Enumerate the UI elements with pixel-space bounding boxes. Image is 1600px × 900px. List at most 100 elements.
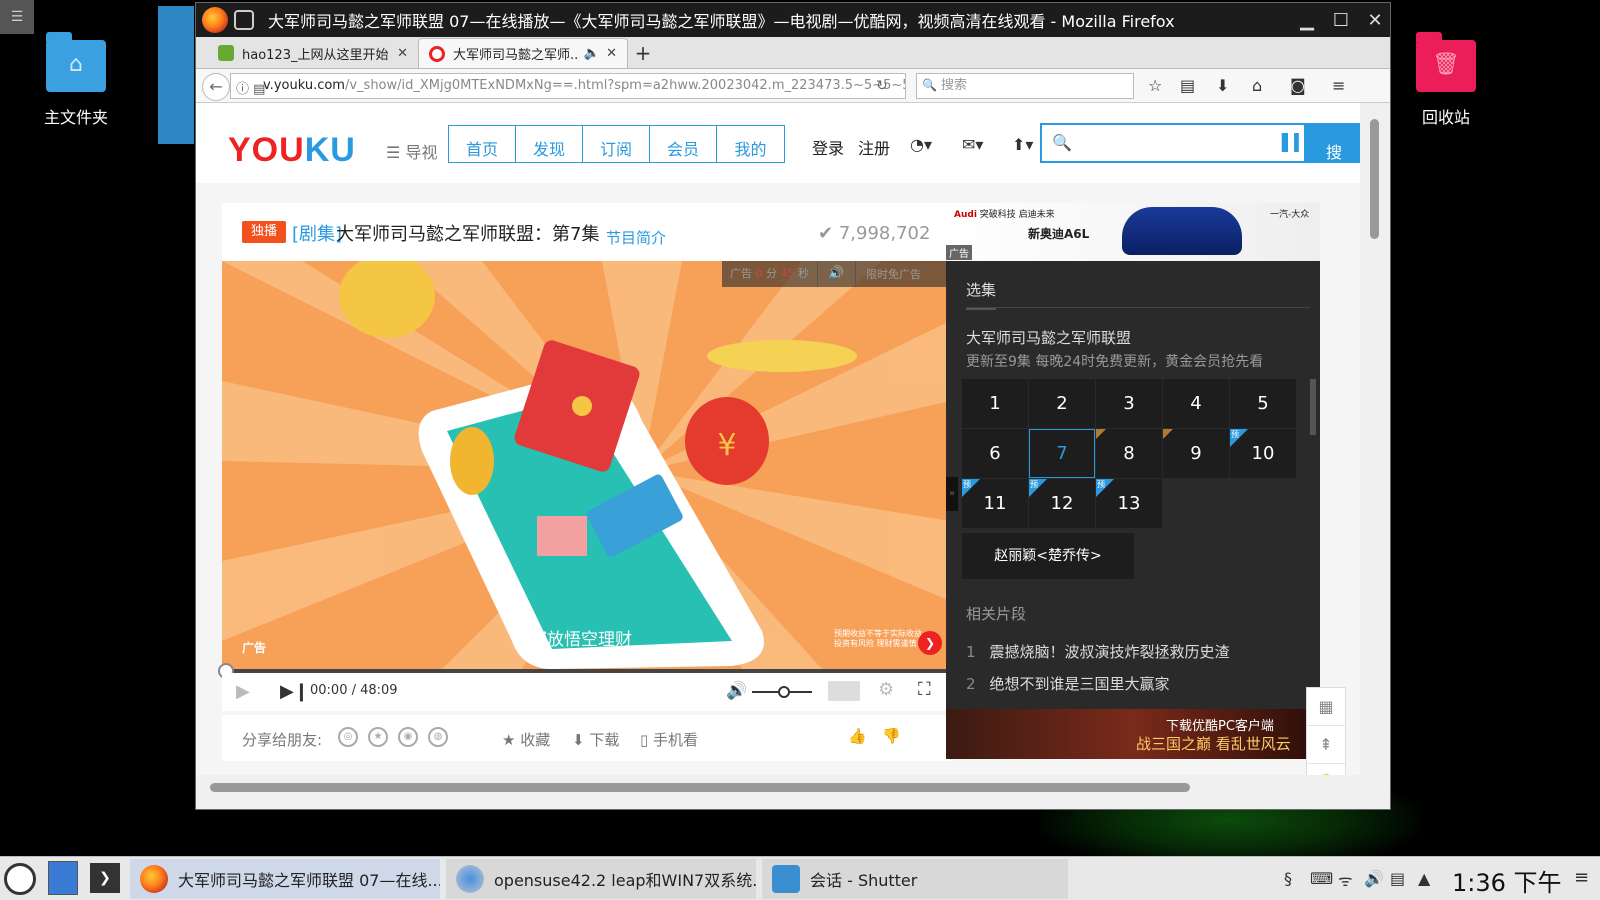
playlist-scrollbar[interactable] bbox=[1310, 379, 1316, 435]
ad-detail-arrow-icon[interactable]: ❯ bbox=[918, 631, 942, 655]
quality-button[interactable] bbox=[828, 681, 860, 701]
search-input[interactable]: 搜索 bbox=[916, 73, 1134, 99]
audi-banner-ad[interactable]: Audi 突破科技 启迪未来 新奥迪A6L 一汽-大众 广告 bbox=[946, 203, 1320, 261]
episode-button[interactable]: 5 bbox=[1230, 379, 1296, 428]
episode-button[interactable]: 6 bbox=[962, 429, 1028, 478]
collect-button[interactable]: ★ 收藏 bbox=[502, 729, 550, 750]
show-intro-link[interactable]: 节目简介 bbox=[606, 227, 666, 248]
category-link[interactable]: [剧集] bbox=[292, 220, 342, 246]
close-window-button[interactable]: ✕ bbox=[1360, 5, 1390, 35]
related-clip-item[interactable]: 1 震撼烧脑！波叔演技炸裂拯救历史渣 bbox=[966, 641, 1230, 662]
ad-free-link[interactable]: 限时免广告 bbox=[856, 266, 921, 282]
home-folder-shortcut[interactable]: ⌂ 主文件夹 bbox=[16, 32, 136, 128]
taskbar-item-chrome[interactable]: opensuse42.2 leap和WIN7双系统... bbox=[446, 859, 756, 899]
qr-code-icon[interactable]: ▦ bbox=[1307, 688, 1345, 726]
vertical-scroll-thumb[interactable] bbox=[1370, 119, 1379, 239]
episode-button[interactable]: 1 bbox=[962, 379, 1028, 428]
fullscreen-icon[interactable]: ⛶ bbox=[918, 679, 931, 700]
trash-shortcut[interactable]: 🗑 回收站 bbox=[1386, 32, 1506, 128]
upload-icon[interactable]: ⬆▾ bbox=[1012, 135, 1033, 154]
back-to-top-icon[interactable]: ⇞ bbox=[1307, 726, 1345, 764]
youku-search-button[interactable]: 搜 bbox=[1304, 123, 1360, 163]
downloads-icon[interactable]: ⬇ bbox=[1216, 76, 1229, 95]
episode-button[interactable]: 预 11 bbox=[962, 479, 1028, 528]
nav-tab-home[interactable]: 首页 bbox=[449, 126, 516, 162]
qq-icon[interactable]: ◍ bbox=[428, 727, 448, 747]
ad-volume-icon[interactable]: 🔊 bbox=[818, 261, 856, 287]
maximize-button[interactable]: ☐ bbox=[1326, 5, 1356, 35]
lightbulb-icon[interactable]: 💡 bbox=[1307, 764, 1345, 775]
download-button[interactable]: ⬇ 下载 bbox=[572, 729, 619, 750]
volume-tray-icon[interactable]: 🔊 bbox=[1364, 869, 1384, 888]
episode-button[interactable]: 2 bbox=[1029, 379, 1095, 428]
volume-handle[interactable] bbox=[778, 686, 790, 698]
site-info-icon[interactable]: ⓘ ▤ bbox=[236, 78, 265, 97]
guide-menu[interactable]: ☰ 导视 bbox=[386, 139, 437, 163]
nav-tab-subscribe[interactable]: 订阅 bbox=[583, 126, 650, 162]
video-player[interactable]: ¥ 广告 0 分 45 秒 🔊 限时免广告 广告 都放悟空理财 预期收益不等于实… bbox=[222, 261, 950, 669]
wifi-icon[interactable]: ᯤ bbox=[1338, 869, 1353, 891]
keyboard-icon[interactable]: ⌨ bbox=[1310, 869, 1333, 888]
episode-button[interactable]: 预 13 bbox=[1096, 479, 1162, 528]
horizontal-scrollbar[interactable] bbox=[196, 775, 1360, 799]
terminal-icon[interactable]: ❯ bbox=[90, 863, 120, 893]
register-link[interactable]: 注册 bbox=[858, 135, 890, 159]
application-launcher-icon[interactable] bbox=[4, 863, 36, 895]
close-tab-icon[interactable]: ✕ bbox=[606, 46, 617, 61]
wechat-icon[interactable]: ◎ bbox=[338, 727, 358, 747]
vertical-scrollbar[interactable] bbox=[1360, 103, 1390, 775]
episode-button[interactable]: 预 10 bbox=[1230, 429, 1296, 478]
clock[interactable]: 1:36 下午 bbox=[1452, 863, 1562, 898]
mobile-watch-button[interactable]: ▯ 手机看 bbox=[640, 729, 698, 750]
youku-search-box[interactable]: 🔍 ▌▍ bbox=[1040, 123, 1307, 163]
episode-button[interactable]: 9 bbox=[1163, 429, 1229, 478]
next-episode-icon[interactable]: ▶❙ bbox=[280, 681, 309, 702]
episode-button[interactable]: 4 bbox=[1163, 379, 1229, 428]
taskbar-item-firefox[interactable]: 大军师司马懿之军师联盟 07—在线... bbox=[130, 859, 440, 899]
minimize-button[interactable]: ▁ bbox=[1292, 5, 1322, 35]
tab-youku[interactable]: 大军师司马懿之军师... 🔈 ✕ bbox=[418, 38, 628, 68]
reading-list-icon[interactable]: ▤ bbox=[1180, 76, 1195, 95]
other-show-button[interactable]: 赵丽颖<楚乔传> bbox=[962, 533, 1134, 579]
thumbs-up-icon[interactable]: 👍 bbox=[848, 727, 867, 745]
close-tab-icon[interactable]: ✕ bbox=[397, 46, 408, 61]
volume-icon[interactable]: 🔊 bbox=[726, 681, 747, 701]
taskbar-item-shutter[interactable]: 会话 - Shutter bbox=[762, 859, 1068, 899]
pocket-icon[interactable]: ◙ bbox=[1290, 76, 1306, 95]
youku-logo[interactable]: YOUKU bbox=[228, 131, 356, 170]
ranking-bars-icon[interactable]: ▌▍ bbox=[1282, 133, 1307, 152]
related-clip-item[interactable]: 2 绝想不到谁是三国里大赢家 bbox=[966, 673, 1170, 694]
horizontal-scroll-thumb[interactable] bbox=[210, 783, 1190, 792]
new-tab-button[interactable]: + bbox=[628, 38, 658, 68]
episode-button[interactable]: 预 12 bbox=[1029, 479, 1095, 528]
window-titlebar[interactable]: 大军师司马懿之军师联盟 07—在线播放—《大军师司马懿之军师联盟》—电视剧—优酷… bbox=[196, 3, 1390, 37]
client-download-ad[interactable]: 下载优酷PC客户端 战三国之巅 看乱世风云 bbox=[946, 709, 1320, 759]
episode-button[interactable]: 3 bbox=[1096, 379, 1162, 428]
tab-episodes[interactable]: 选集 bbox=[966, 279, 997, 310]
nav-tab-mine[interactable]: 我的 bbox=[717, 126, 784, 162]
settings-gear-icon[interactable]: ⚙ bbox=[878, 679, 894, 700]
panel-menu-icon[interactable]: ≡ bbox=[1574, 867, 1589, 888]
menu-hamburger-icon[interactable]: ≡ bbox=[1332, 76, 1345, 95]
tab-hao123[interactable]: hao123_上网从这里开始 ✕ bbox=[208, 38, 418, 68]
thumbs-down-icon[interactable]: 👎 bbox=[882, 727, 901, 745]
history-icon[interactable]: ◔▾ bbox=[910, 135, 932, 154]
episode-button-current[interactable]: 7 bbox=[1029, 429, 1095, 478]
episode-button[interactable]: 8 bbox=[1096, 429, 1162, 478]
audio-playing-icon[interactable]: 🔈 bbox=[584, 46, 600, 61]
back-button[interactable]: ← bbox=[202, 73, 230, 101]
mail-icon[interactable]: ✉▾ bbox=[962, 135, 983, 154]
login-link[interactable]: 登录 bbox=[812, 135, 844, 159]
nav-tab-vip[interactable]: 会员 bbox=[650, 126, 717, 162]
reload-icon[interactable]: ↻ bbox=[876, 78, 888, 94]
play-icon[interactable]: ▶ bbox=[236, 681, 250, 702]
volume-slider[interactable] bbox=[752, 686, 812, 698]
url-bar[interactable]: v.youku.com/v_show/id_XMjg0MTExNDMxNg==.… bbox=[230, 73, 906, 99]
tray-expand-icon[interactable]: ▲ bbox=[1418, 869, 1430, 888]
weibo-icon[interactable]: ◉ bbox=[398, 727, 418, 747]
shutter-tray-icon[interactable]: § bbox=[1284, 869, 1292, 888]
home-icon[interactable]: ⌂ bbox=[1252, 76, 1262, 95]
clipboard-icon[interactable]: ▤ bbox=[1390, 869, 1405, 888]
pin-window-icon[interactable] bbox=[234, 10, 254, 30]
show-desktop-icon[interactable] bbox=[48, 861, 78, 895]
